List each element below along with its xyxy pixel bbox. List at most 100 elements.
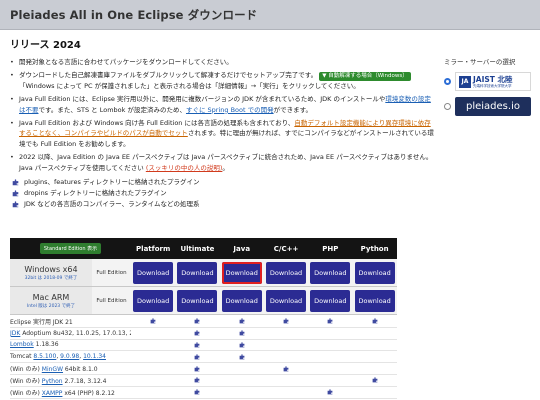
mirror-option-pleiades-io[interactable]: pleiades.io: [444, 97, 536, 116]
component-row: (Win のみ) Python 2.7.18, 3.12.4: [10, 375, 397, 387]
download-cell: Download: [220, 287, 264, 314]
inline-link[interactable]: JDK: [10, 330, 20, 337]
component-name: (Win のみ) XAMPP x64 (PHP) 8.2.12: [10, 388, 131, 397]
included-plugin-icon: [195, 365, 200, 371]
column-header-cc: C/C++: [273, 244, 299, 253]
release-note-item: 2022 以降、Java Edition の Java EE パースペクティブは…: [10, 152, 435, 173]
platform-cell: Windows x64 32bit は 2018-09 で終了: [10, 259, 92, 286]
download-cell: Download: [175, 287, 219, 314]
included-plugin-icon: [239, 354, 245, 360]
text-span: ダウンロードした自己解凍書庫ファイルをダブルクリックして解凍するだけでセットアッ…: [19, 71, 320, 80]
dropins-icon: [12, 190, 19, 197]
component-row: (Win のみ) XAMPP x64 (PHP) 8.2.12: [10, 387, 397, 399]
mirror-label: ミラー・サーバーの選択: [444, 58, 516, 66]
release-title: リリース 2024: [10, 40, 81, 51]
platform-name: Windows x64: [24, 264, 78, 274]
download-button-java[interactable]: Download: [221, 261, 262, 284]
legend-row: JDK などの各言語のコンパイラー、ランタイムなどの処理系: [10, 199, 435, 210]
download-button-cc[interactable]: Download: [266, 289, 307, 312]
download-cell: Download: [352, 259, 396, 286]
component-row: Lombok 1.18.36: [10, 340, 397, 352]
page-header: Pleiades All in One Eclipse ダウンロード: [0, 0, 540, 30]
text-span: (Win のみ): [10, 366, 42, 374]
download-button-php[interactable]: Download: [310, 261, 351, 284]
download-button-platform[interactable]: Download: [133, 289, 174, 312]
jaist-logo[interactable]: JA JAIST 北陸 先端科学技術大学院大学: [455, 72, 531, 91]
download-button-php[interactable]: Download: [310, 289, 351, 312]
edition-label: Full Edition: [96, 297, 127, 304]
inline-link[interactable]: MinGW: [42, 366, 63, 373]
download-cell: Download: [352, 287, 396, 314]
download-button-platform[interactable]: Download: [133, 261, 174, 284]
download-cell: Download: [220, 259, 264, 286]
component-cell: [220, 330, 264, 336]
column-header-python: Python: [360, 244, 389, 253]
text-span: Java Full Edition には、Eclipse 実行用以外に、開発用に…: [19, 95, 386, 104]
inline-link[interactable]: 9.0.98: [60, 353, 79, 360]
auto-extract-badge[interactable]: ▼ 自動解凍する場合（Windows）: [319, 72, 411, 82]
standard-edition-toggle[interactable]: Standard Edition 表示: [39, 243, 102, 254]
included-plugin-icon: [239, 342, 245, 348]
component-name: JDK Adoptium 8u432, 11.0.25, 17.0.13, 21…: [10, 330, 131, 337]
text-span: 。: [222, 163, 229, 172]
table-header: Standard Edition 表示 Platform Ultimate Java…: [10, 238, 397, 259]
inline-link[interactable]: Python: [42, 378, 63, 385]
component-name: Lombok 1.18.36: [10, 341, 131, 348]
release-note-item: ダウンロードした自己解凍書庫ファイルをダブルクリックして解凍するだけでセットアッ…: [10, 70, 435, 92]
mirror-option-jaist[interactable]: JA JAIST 北陸 先端科学技術大学院大学: [444, 72, 536, 91]
component-cell: [220, 354, 264, 360]
platform-note: Intel 版は 2023 で終了: [26, 303, 76, 309]
component-cell: [308, 318, 352, 324]
legend-row: plugins、features ディレクトリーに格納されたプラグイン: [10, 177, 435, 188]
column-headers: Platform Ultimate Java C/C++ PHP Python: [131, 238, 397, 259]
text-span: (Win のみ): [10, 377, 42, 385]
inline-link[interactable]: 10.1.34: [83, 353, 106, 360]
mirror-selector: ミラー・サーバーの選択 JA JAIST 北陸 先端科学技術大学院大学 plei…: [444, 56, 536, 122]
download-button-ultimate[interactable]: Download: [177, 289, 218, 312]
download-button-python[interactable]: Download: [354, 261, 395, 284]
download-button-python[interactable]: Download: [354, 289, 395, 312]
component-name: Tomcat 8.5.100, 9.0.98, 10.1.34: [10, 353, 131, 360]
download-rows: Windows x64 32bit は 2018-09 で終了 Full Editi…: [10, 259, 397, 315]
component-cell: [175, 342, 219, 348]
release-notes: 開発対象となる言語に合わせてパッケージをダウンロードしてください。ダウンロードし…: [10, 57, 435, 173]
pleiades-io-logo[interactable]: pleiades.io: [455, 97, 531, 116]
component-cell: [352, 377, 396, 383]
inline-link[interactable]: XAMPP: [42, 390, 63, 397]
included-plugin-icon: [372, 377, 378, 383]
text-span: Tomcat: [10, 353, 34, 361]
component-name: (Win のみ) Python 2.7.18, 3.12.4: [10, 376, 131, 385]
component-cell: [175, 354, 219, 360]
download-cell: Download: [175, 259, 219, 286]
column-header-java: Java: [233, 244, 251, 253]
download-cell: Download: [308, 287, 352, 314]
jaist-logo-text: JAIST 北陸: [473, 74, 513, 84]
component-cell: [175, 318, 219, 324]
icon-legend: plugins、features ディレクトリーに格納されたプラグイン dropi…: [10, 177, 435, 210]
inline-link[interactable]: (スッキリの中の人の説明): [146, 164, 223, 172]
text-span: 開発対象となる言語に合わせてパッケージをダウンロードしてください。: [19, 58, 233, 66]
download-button-cc[interactable]: Download: [266, 261, 307, 284]
jaist-mark-icon: JA: [459, 75, 471, 88]
download-table: Standard Edition 表示 Platform Ultimate Java…: [10, 238, 397, 315]
inline-link[interactable]: すぐに Spring Boot での開発: [186, 106, 274, 114]
inline-link[interactable]: 8.5.100: [33, 353, 56, 360]
component-cell: [220, 342, 264, 348]
platform-cell: Mac ARM Intel 版は 2023 で終了: [10, 287, 92, 314]
page-title: Pleiades All in One Eclipse ダウンロード: [10, 8, 258, 22]
component-cell: [308, 389, 352, 395]
download-button-java[interactable]: Download: [221, 289, 262, 312]
jaist-logo-sub: 先端科学技術大学院大学: [473, 83, 512, 88]
text-span: 1.18.36: [33, 341, 59, 349]
column-header-platform: Platform: [136, 244, 171, 253]
inline-link[interactable]: Lombok: [10, 341, 34, 348]
mirror-radio-jaist[interactable]: [444, 78, 451, 85]
legend-text: plugins、features ディレクトリーに格納されたプラグイン: [24, 178, 200, 187]
download-button-ultimate[interactable]: Download: [177, 261, 218, 284]
component-cell: [175, 377, 219, 383]
included-plugin-icon: [150, 318, 156, 324]
component-name: (Win のみ) MinGW 64bit 8.1.0: [10, 364, 131, 373]
included-plugin-icon: [195, 342, 200, 348]
mirror-radio-pleiades-io[interactable]: [444, 103, 451, 110]
component-cell: [175, 365, 219, 372]
